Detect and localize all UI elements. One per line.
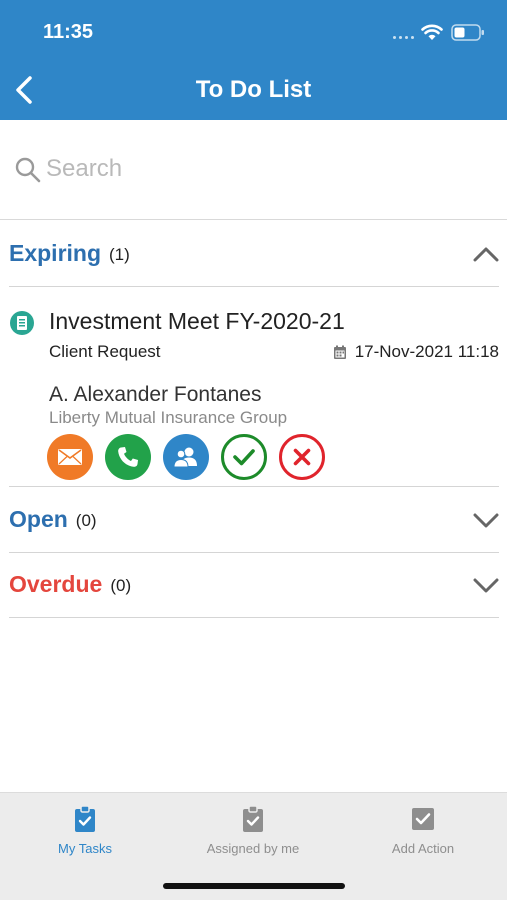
search-icon [15,157,41,183]
company-name: Liberty Mutual Insurance Group [49,408,288,427]
section-open[interactable]: Open (0) [9,487,499,553]
task-category: Client Request [49,342,161,361]
people-icon [173,447,197,468]
section-count: (0) [75,510,97,530]
home-indicator [163,883,345,889]
section-count: (0) [110,575,132,595]
section-count: (1) [109,244,130,264]
tab-label: My Tasks [58,841,112,856]
email-button[interactable] [47,434,93,480]
meeting-button[interactable] [163,434,209,480]
call-button[interactable] [105,434,151,480]
status-time: 11:35 [43,21,94,43]
task-list-icon [10,311,34,335]
section-title: Open [9,506,68,532]
section-overdue[interactable]: Overdue (0) [9,552,499,618]
tab-my-tasks[interactable]: My Tasks [0,805,170,856]
page-title: To Do List [195,76,312,103]
signal-dots-icon [393,36,414,39]
chevron-up-icon[interactable] [473,246,499,262]
envelope-icon [58,449,82,465]
contact-name: A. Alexander Fontanes [49,383,262,406]
tab-assigned-by-me[interactable]: Assigned by me [168,805,338,856]
task-card[interactable]: Investment Meet FY-2020-21 Client Reques… [9,288,499,487]
checkbox-icon [412,808,434,830]
app-header: 11:35 To Do List [0,0,507,120]
clipboard-check-icon [243,805,263,832]
tab-label: Assigned by me [206,841,300,856]
chevron-down-icon[interactable] [473,577,499,593]
battery-icon [451,24,484,41]
clipboard-check-icon [75,805,95,832]
task-due-date: 17-Nov-2021 11:18 [333,342,499,362]
tab-add-action[interactable]: Add Action [338,805,507,856]
check-icon [233,449,255,466]
section-title: Expiring [9,240,102,266]
complete-button[interactable] [221,434,267,480]
section-expiring[interactable]: Expiring (1) [9,221,499,287]
search-input[interactable] [46,148,486,190]
wifi-icon [421,24,443,40]
phone-icon [118,447,138,467]
tab-label: Add Action [391,841,455,856]
calendar-icon [333,345,346,359]
close-icon [293,448,311,466]
task-date-text: 17-Nov-2021 11:18 [354,342,499,361]
task-title: Investment Meet FY-2020-21 [49,308,345,334]
section-title: Overdue [9,571,103,597]
chevron-down-icon[interactable] [473,512,499,528]
cancel-button[interactable] [279,434,325,480]
task-actions [47,434,325,480]
